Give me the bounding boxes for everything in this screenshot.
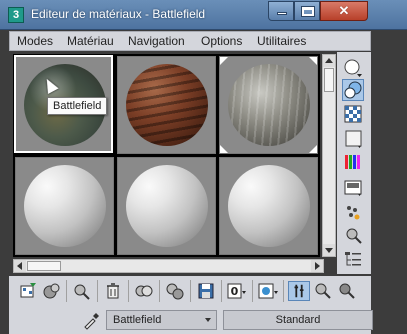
material-sphere — [126, 165, 208, 247]
put-to-library-icon[interactable] — [164, 281, 186, 301]
sample-slot-3[interactable] — [219, 56, 318, 154]
material-sphere — [126, 64, 208, 146]
toolbar-separator — [221, 280, 222, 302]
chevron-down-icon — [205, 318, 211, 322]
go-forward-icon[interactable] — [336, 281, 358, 301]
select-by-material-icon[interactable] — [343, 226, 363, 246]
reset-map-icon[interactable] — [102, 281, 124, 301]
make-unique-icon[interactable] — [133, 281, 155, 301]
scroll-up-button[interactable] — [323, 55, 335, 67]
arrow-down-icon — [325, 248, 333, 253]
background-checker-icon[interactable] — [343, 104, 363, 124]
sample-uv-tiling-icon[interactable] — [343, 128, 363, 148]
in-scene-marker — [220, 145, 228, 153]
material-id-value: 0 — [231, 285, 239, 298]
put-to-scene-icon[interactable] — [41, 281, 63, 301]
go-to-parent-icon[interactable] — [312, 281, 334, 301]
show-map-in-viewport-icon[interactable] — [257, 281, 279, 301]
show-end-result-icon[interactable] — [288, 281, 310, 301]
sample-type-sphere-icon[interactable] — [343, 58, 363, 78]
arrow-right-icon — [315, 262, 320, 270]
menu-navigation[interactable]: Navigation — [128, 34, 185, 48]
get-material-icon[interactable] — [18, 281, 40, 301]
window-frame-right — [373, 30, 407, 334]
material-map-navigator-icon[interactable] — [343, 249, 363, 269]
menu-modes[interactable]: Modes — [17, 34, 53, 48]
sample-slot-4[interactable] — [15, 157, 114, 255]
toolbar-separator — [128, 280, 129, 302]
close-button[interactable]: ✕ — [320, 1, 368, 21]
scroll-left-button[interactable] — [14, 260, 26, 272]
toolbar-separator — [252, 280, 253, 302]
title-bar: 3 Editeur de matériaux - Battlefield ✕ — [0, 0, 407, 30]
sample-slot-6[interactable] — [219, 157, 318, 255]
close-icon: ✕ — [338, 3, 350, 18]
maximize-button[interactable] — [294, 1, 320, 21]
menu-bar: Modes Matériau Navigation Options Utilit… — [9, 31, 371, 51]
in-scene-marker — [220, 57, 228, 65]
scroll-down-button[interactable] — [323, 244, 335, 256]
material-sphere — [24, 165, 106, 247]
video-color-check-icon[interactable] — [343, 152, 363, 172]
slot-tooltip: Battlefield — [47, 97, 108, 115]
toolbar-separator — [190, 280, 191, 302]
window-title: Editeur de matériaux - Battlefield — [31, 7, 206, 21]
sample-slot-5[interactable] — [117, 157, 216, 255]
menu-utilitaires[interactable]: Utilitaires — [257, 34, 306, 48]
options-icon[interactable] — [343, 202, 363, 222]
in-scene-marker — [309, 145, 317, 153]
material-sphere — [228, 165, 310, 247]
right-toolbar — [337, 52, 371, 274]
material-name-dropdown[interactable]: Battlefield — [106, 310, 217, 330]
backlight-icon[interactable] — [342, 79, 364, 101]
vertical-scroll-thumb[interactable] — [324, 68, 334, 92]
in-scene-marker — [309, 57, 317, 65]
app-icon[interactable]: 3 — [8, 7, 24, 23]
sample-slot-2[interactable] — [117, 56, 216, 154]
arrow-left-icon — [17, 262, 22, 270]
toolbar-separator — [66, 280, 67, 302]
sample-slots — [13, 54, 320, 257]
material-id-channel-icon[interactable]: 0 — [226, 281, 248, 301]
horizontal-scroll-thumb[interactable] — [27, 261, 61, 271]
bottom-toolbar: 0 Battlefield Standard — [9, 276, 373, 334]
save-material-icon[interactable] — [195, 281, 217, 301]
toolbar-separator — [159, 280, 160, 302]
toolbar-separator — [283, 280, 284, 302]
scroll-right-button[interactable] — [311, 260, 323, 272]
material-type-button[interactable]: Standard — [223, 310, 373, 330]
assign-to-selection-icon[interactable] — [71, 281, 93, 301]
material-name-value: Battlefield — [113, 314, 162, 326]
menu-options[interactable]: Options — [201, 34, 242, 48]
eyedropper-icon[interactable] — [82, 312, 100, 330]
vertical-scrollbar[interactable] — [322, 54, 336, 257]
material-sphere — [228, 64, 310, 146]
minimize-icon — [277, 12, 287, 15]
minimize-button[interactable] — [268, 1, 294, 21]
toolbar-separator — [97, 280, 98, 302]
horizontal-scrollbar[interactable] — [13, 259, 324, 273]
arrow-up-icon — [325, 58, 333, 63]
maximize-icon — [301, 6, 315, 17]
menu-materiau[interactable]: Matériau — [67, 34, 114, 48]
make-preview-icon[interactable] — [343, 178, 363, 198]
